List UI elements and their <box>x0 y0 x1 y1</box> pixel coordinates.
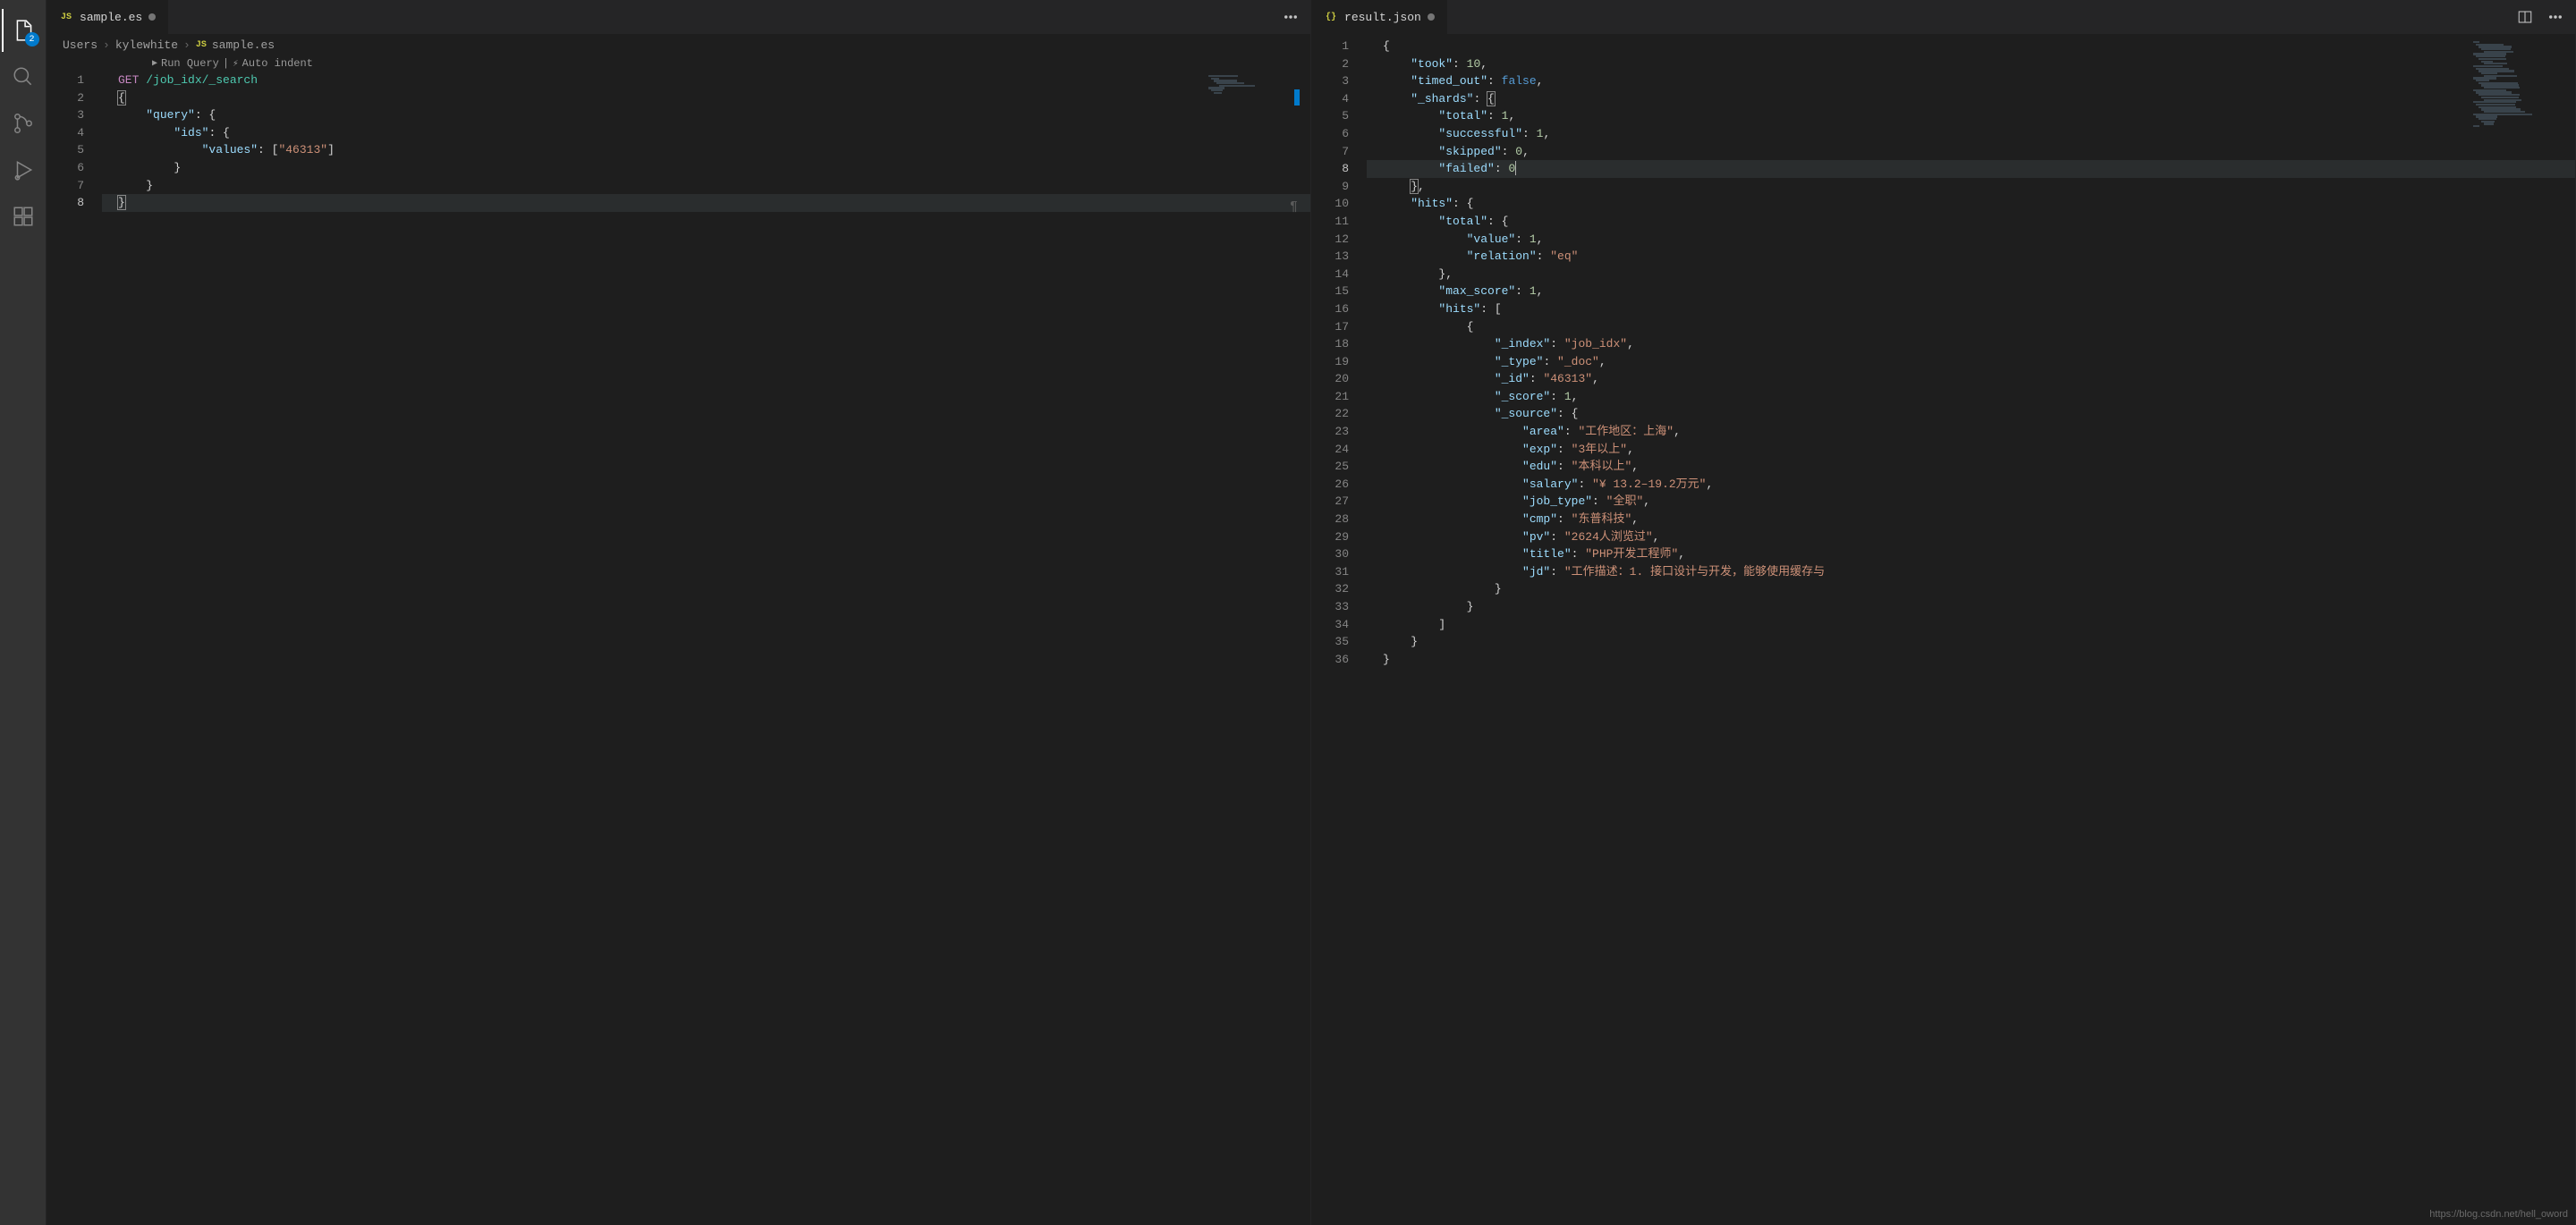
tab-title: sample.es <box>80 11 142 24</box>
dirty-indicator-icon <box>1428 13 1435 21</box>
tab-sample-es[interactable]: JS sample.es <box>47 0 169 34</box>
dirty-indicator-icon <box>148 13 156 21</box>
tab-bar-right: {} result.json <box>1311 0 2575 34</box>
code-content-right[interactable]: { "took": 10, "timed_out": false, "_shar… <box>1367 38 2575 1225</box>
editor-area: JS sample.es Users › kylewhite › JS samp… <box>47 0 2576 1225</box>
search-icon[interactable] <box>2 55 45 98</box>
explorer-icon[interactable]: 2 <box>2 9 45 52</box>
scroll-decoration <box>1294 89 1300 106</box>
js-file-icon: JS <box>59 12 73 23</box>
tab-result-json[interactable]: {} result.json <box>1311 0 1448 34</box>
breadcrumb-segment[interactable]: sample.es <box>212 38 275 52</box>
breadcrumb-segment[interactable]: kylewhite <box>115 38 178 52</box>
tab-bar-left: JS sample.es <box>47 0 1310 34</box>
js-file-icon: JS <box>196 40 207 50</box>
breadcrumb[interactable]: Users › kylewhite › JS sample.es <box>47 34 1310 55</box>
chevron-right-icon: › <box>103 38 110 52</box>
code-editor-right[interactable]: 1234567891011121314151617181920212223242… <box>1311 38 2575 1225</box>
breadcrumb-segment[interactable]: Users <box>63 38 97 52</box>
activity-bar: 2 <box>0 0 47 1225</box>
json-file-icon: {} <box>1324 12 1338 23</box>
run-debug-icon[interactable] <box>2 148 45 191</box>
editor-group-right: {} result.json 1234567891011121314151617… <box>1311 0 2576 1225</box>
code-content-left[interactable]: GET /job_idx/_search{ "query": { "ids": … <box>102 72 1310 1225</box>
paragraph-mark-icon: ¶ <box>1290 199 1298 215</box>
codelens-auto-indent[interactable]: Auto indent <box>242 57 313 70</box>
editor-more-actions-icon[interactable] <box>2545 6 2566 28</box>
watermark-text: https://blog.csdn.net/hell_oword <box>2429 1209 2568 1220</box>
source-control-icon[interactable] <box>2 102 45 145</box>
editor-group-left: JS sample.es Users › kylewhite › JS samp… <box>47 0 1311 1225</box>
chevron-right-icon: › <box>183 38 191 52</box>
explorer-badge: 2 <box>25 32 39 46</box>
extensions-icon[interactable] <box>2 195 45 238</box>
code-editor-left[interactable]: 12345678 GET /job_idx/_search{ "query": … <box>47 72 1310 1225</box>
gutter-left: 12345678 <box>47 72 102 1225</box>
codelens-run-query[interactable]: Run Query <box>161 57 219 70</box>
codelens-bar: ▶ Run Query | ⚡ Auto indent <box>47 55 1310 72</box>
tab-title: result.json <box>1344 11 1421 24</box>
gutter-right: 1234567891011121314151617181920212223242… <box>1311 38 1367 1225</box>
bolt-icon: ⚡ <box>233 57 239 70</box>
play-icon: ▶ <box>152 58 157 69</box>
editor-more-actions-icon[interactable] <box>1280 6 1301 28</box>
split-editor-icon[interactable] <box>2514 6 2536 28</box>
